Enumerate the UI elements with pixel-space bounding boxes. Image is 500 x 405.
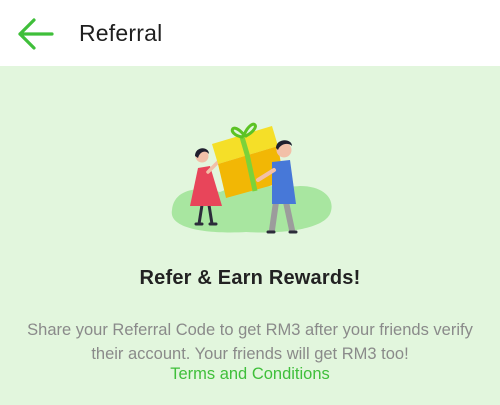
terms-link[interactable]: Terms and Conditions bbox=[0, 365, 500, 384]
referral-panel: Refer & Earn Rewards! Share your Referra… bbox=[0, 66, 500, 405]
arrow-left-icon bbox=[18, 18, 54, 50]
headline: Refer & Earn Rewards! bbox=[139, 267, 361, 289]
gift-exchange-illustration bbox=[171, 122, 332, 234]
referral-description: Share your Referral Code to get RM3 afte… bbox=[27, 321, 473, 363]
page-title: Referral bbox=[79, 20, 163, 46]
back-button[interactable] bbox=[16, 17, 54, 51]
top-bar: Referral bbox=[0, 0, 500, 66]
